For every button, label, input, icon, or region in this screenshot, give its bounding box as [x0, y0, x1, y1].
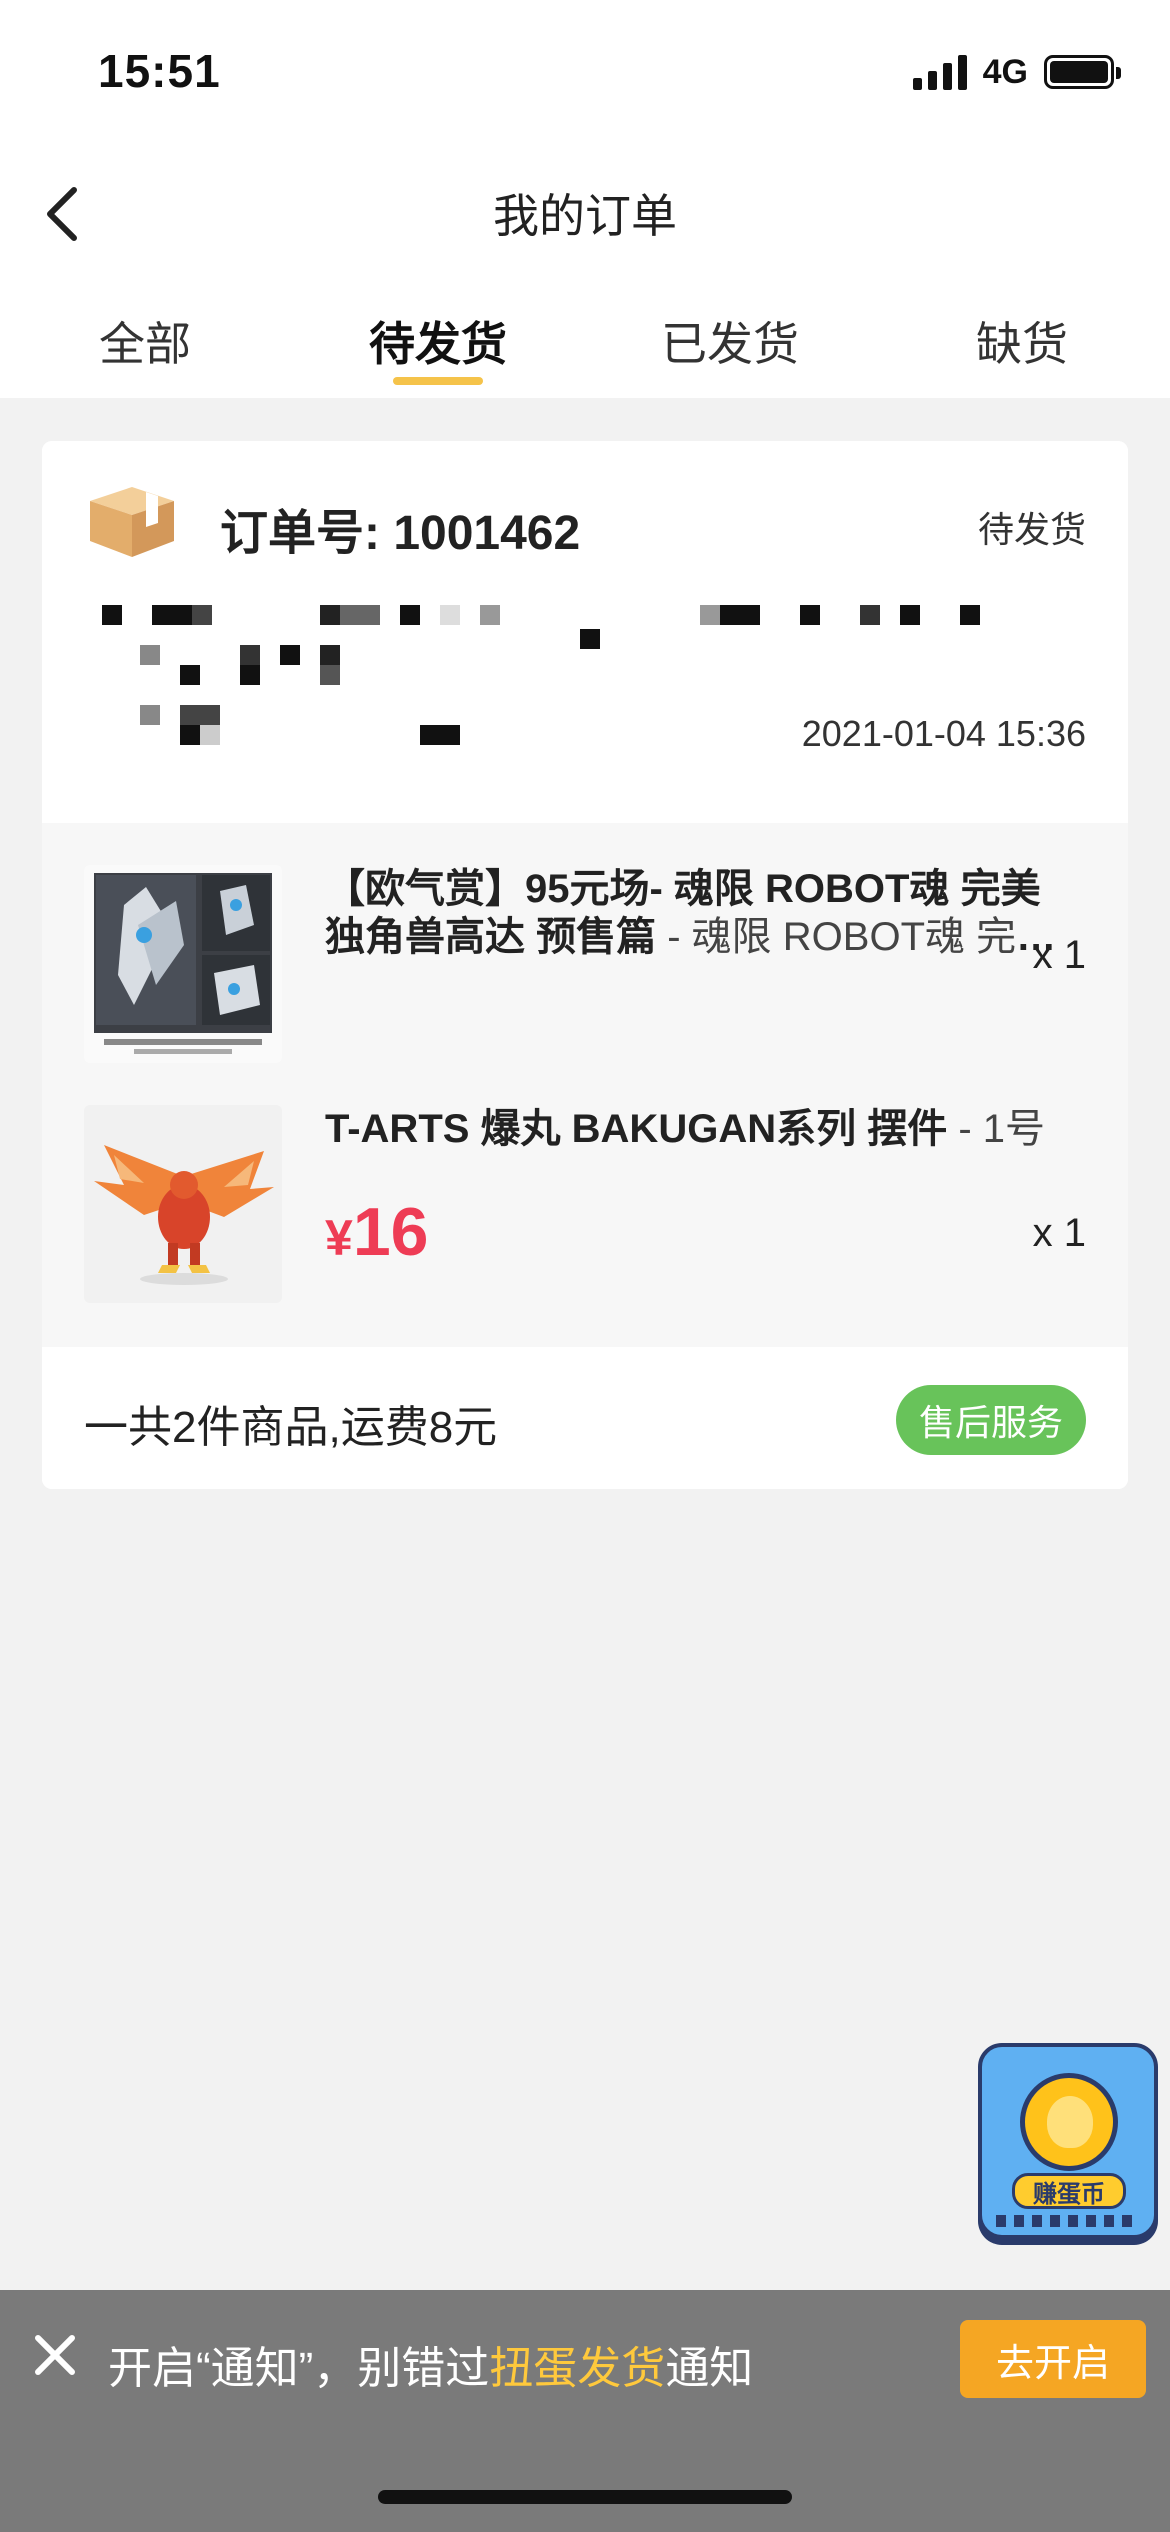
order-footer: 一共2件商品,运费8元 售后服务 [42, 1347, 1128, 1489]
order-status: 待发货 [977, 509, 1086, 550]
tab-all[interactable]: 全部 [99, 308, 191, 374]
widget-dots-decoration [996, 2215, 1140, 2227]
item-name: T-ARTS 爆丸 BAKUGAN系列 摆件 - 1号 [325, 1105, 1065, 1153]
earn-coin-widget[interactable]: 赚蛋币 [978, 2043, 1158, 2239]
item-quantity: x 1 [1032, 1211, 1086, 1255]
status-indicators: 4G [912, 52, 1121, 92]
home-indicator [378, 2490, 792, 2504]
order-item[interactable]: 【欧气赏】95元场- 魂限 ROBOT魂 完美独角兽高达 预售篇 - 魂限 RO… [42, 823, 1128, 1063]
order-number: 订单号: 1001462 [220, 507, 581, 560]
item-name: 【欧气赏】95元场- 魂限 ROBOT魂 完美独角兽高达 预售篇 - 魂限 RO… [325, 865, 1065, 961]
package-box-icon [90, 487, 174, 557]
notice-prefix: 开启“通知”，别错过 [108, 2344, 490, 2393]
item-title: T-ARTS 爆丸 BAKUGAN系列 摆件 [325, 1107, 948, 1151]
tab-pending-shipment[interactable]: 待发货 [369, 308, 507, 374]
order-header: 订单号: 1001462 待发货 2021-01-04 15:36 [42, 441, 1128, 823]
notice-highlight: 扭蛋发货 [489, 2344, 666, 2393]
status-bar: 15:51 4G [0, 0, 1170, 150]
order-item[interactable]: T-ARTS 爆丸 BAKUGAN系列 摆件 - 1号 ¥16 x 1 [42, 1063, 1128, 1303]
battery-icon [1044, 55, 1121, 89]
order-tabs: 全部 待发货 已发货 缺货 [0, 270, 1170, 398]
earn-coin-label: 赚蛋币 [1012, 2173, 1126, 2209]
network-type: 4G [982, 52, 1028, 91]
order-card[interactable]: 订单号: 1001462 待发货 2021-01-04 15:36 【欧气赏】9… [42, 441, 1128, 1489]
status-time: 15:51 [98, 45, 221, 97]
price-value: 16 [352, 1194, 429, 1270]
order-summary: 一共2件商品,运费8元 [84, 1403, 498, 1452]
item-quantity: x 1 [1032, 933, 1086, 977]
after-sale-button[interactable]: 售后服务 [896, 1385, 1086, 1455]
page-title: 我的订单 [493, 190, 677, 242]
tab-out-of-stock[interactable]: 缺货 [976, 308, 1068, 374]
active-tab-indicator [393, 377, 483, 385]
price-currency: ¥ [325, 1210, 353, 1266]
notice-suffix: 通知 [665, 2344, 754, 2393]
order-items: 【欧气赏】95元场- 魂限 ROBOT魂 完美独角兽高达 预售篇 - 魂限 RO… [42, 823, 1128, 1347]
item-price: ¥16 [325, 1193, 428, 1271]
enable-notification-button[interactable]: 去开启 [960, 2320, 1146, 2398]
order-time: 2021-01-04 15:36 [801, 713, 1086, 754]
tab-shipped[interactable]: 已发货 [661, 308, 799, 374]
coin-icon [1020, 2073, 1118, 2171]
item-spec: - 1号 [947, 1107, 1046, 1151]
item-thumbnail-bakugan [84, 1105, 282, 1303]
nav-bar: 我的订单 [0, 150, 1170, 270]
close-icon[interactable] [30, 2330, 80, 2380]
signal-icon [912, 54, 967, 90]
item-thumbnail-gundam [84, 865, 282, 1063]
notification-text: 开启“通知”，别错过扭蛋发货通知 [108, 2332, 753, 2396]
